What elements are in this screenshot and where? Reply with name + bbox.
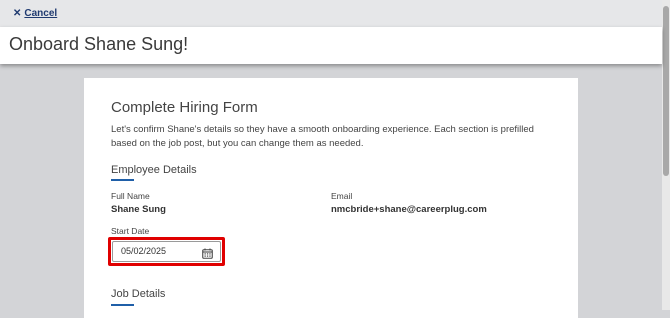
start-date-label: Start Date [111, 226, 150, 236]
start-date-input[interactable]: 05/02/2025 [112, 241, 221, 262]
email-value: nmcbride+shane@careerplug.com [331, 204, 487, 215]
form-title: Complete Hiring Form [111, 99, 258, 116]
full-name-label: Full Name [111, 191, 150, 201]
form-intro: Let's confirm Shane's details so they ha… [111, 124, 534, 149]
title-bar: Onboard Shane Sung! [0, 27, 662, 64]
full-name-value: Shane Sung [111, 204, 166, 215]
calendar-icon[interactable] [202, 246, 213, 264]
cancel-link[interactable]: ✕ Cancel [13, 8, 57, 19]
job-details-heading: Job Details [111, 288, 166, 300]
employee-details-underline [111, 179, 134, 181]
cancel-label: Cancel [24, 8, 58, 19]
email-label: Email [331, 191, 353, 201]
close-icon: ✕ [13, 8, 22, 19]
vertical-scrollbar[interactable] [662, 0, 670, 310]
job-details-underline [111, 304, 134, 306]
page-title: Onboard Shane Sung! [9, 34, 189, 54]
hiring-form-card: Complete Hiring Form Let's confirm Shane… [84, 78, 578, 318]
scrollbar-thumb[interactable] [663, 6, 669, 176]
employee-details-heading: Employee Details [111, 164, 197, 176]
top-bar: ✕ Cancel [0, 0, 662, 27]
start-date-value: 05/02/2025 [121, 246, 167, 256]
